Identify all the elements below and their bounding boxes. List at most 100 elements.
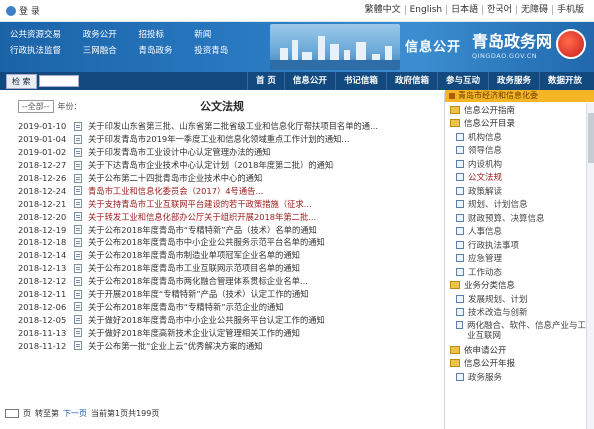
sidebar-item-label: 发展规划、计划 [468,294,528,305]
top-link[interactable]: 无障碍 [517,5,553,15]
document-row[interactable]: 2018-12-19 关于公布2018年度青岛市“专精特新”产品（技术）名单的通知 [0,223,440,236]
document-title-link[interactable]: 关于公布2018年度青岛市“专精特新”产品（技术）名单的通知 [88,224,440,236]
nav-item[interactable]: 参与互动 [436,72,488,90]
sidebar-item[interactable]: 规划、计划信息 [446,198,594,212]
document-row[interactable]: 2018-12-26 关于公布第二十四批青岛市企业技术中心的通知 [0,172,440,185]
sidebar-item[interactable]: 应急管理 [446,252,594,266]
document-title-link[interactable]: 关于印发青岛市2019年一季度工业和信息化领域重点工作计划的通知... [88,133,440,145]
banner-link[interactable]: 招投标 [139,28,185,40]
document-title-link[interactable]: 关于公布2018年度青岛市制造业单项冠军企业名单的通知 [88,249,440,261]
document-title-link[interactable]: 关于做好2018年度青岛市中小企业公共服务平台认定工作的通知 [88,314,440,326]
sidebar-item[interactable]: 技术改造与创新 [446,306,594,320]
document-title-link[interactable]: 关于公布2018年度青岛市工业互联网示范项目名单的通知 [88,262,440,274]
sidebar-item[interactable]: 业务分类信息 [446,279,594,293]
document-row[interactable]: 2018-12-20 关于转发工业和信息化部办公厅关于组织开展2018年第二批..… [0,210,440,223]
document-icon [74,160,82,170]
document-row[interactable]: 2019-01-02 关于印发青岛市工业设计中心认定管理办法的通知 [0,146,440,159]
document-row[interactable]: 2018-12-12 关于公布2018年度青岛市两化融合管理体系贯标企业名单... [0,275,440,288]
jump-label[interactable]: 转至第 [35,408,59,419]
sidebar-item[interactable]: 人事信息 [446,225,594,239]
sidebar-item[interactable]: 工作动态 [446,265,594,279]
document-title-link[interactable]: 关于做好2018年度高新技术企业认定管理相关工作的通知 [88,327,440,339]
document-title-link[interactable]: 关于公布2018年度青岛市“专精特新”示范企业的通知 [88,301,440,313]
sidebar-scrollbar[interactable] [586,103,594,429]
sidebar-item[interactable]: 政策解读 [446,184,594,198]
search-input[interactable] [38,75,79,87]
document-title-link[interactable]: 关于公布第二十四批青岛市企业技术中心的通知 [88,172,440,184]
sidebar-item-label: 工作动态 [468,267,503,278]
top-link[interactable]: 繁體中文 [361,5,406,15]
document-row[interactable]: 2019-01-10 关于印发山东省第三批、山东省第二批省级工业和信息化厅帮扶项目… [0,120,440,133]
document-title-link[interactable]: 青岛市工业和信息化委员会（2017）4号通告... [88,185,440,197]
sidebar-item[interactable]: 公文法规 [446,171,594,185]
document-title-link[interactable]: 关于支持青岛市工业互联网平台建设的若干政策措施（征求... [88,198,440,210]
document-row[interactable]: 2018-11-12 关于公布第一批“企业上云”优秀解决方案的通知 [0,339,440,352]
top-link[interactable]: 手机版 [553,5,588,15]
globe-icon [556,29,586,59]
document-row[interactable]: 2018-12-24 青岛市工业和信息化委员会（2017）4号通告... [0,184,440,197]
document-title-link[interactable]: 关于印发山东省第三批、山东省第二批省级工业和信息化厅帮扶项目名单的通... [88,120,440,132]
sidebar-item[interactable]: 政务服务 [446,370,594,384]
document-title-link[interactable]: 关于转发工业和信息化部办公厅关于组织开展2018年第二批... [88,211,440,223]
next-page-link[interactable]: 下一页 [63,408,87,419]
document-row[interactable]: 2018-12-13 关于公布2018年度青岛市工业互联网示范项目名单的通知 [0,262,440,275]
document-row[interactable]: 2018-12-27 关于下达青岛市企业技术中心认定计划（2018年度第二批）的通… [0,159,440,172]
sidebar-item[interactable]: 发展规划、计划 [446,292,594,306]
document-icon [74,199,82,209]
sidebar-item[interactable]: 领导信息 [446,144,594,158]
document-row[interactable]: 2018-12-21 关于支持青岛市工业互联网平台建设的若干政策措施（征求... [0,197,440,210]
page-icon [456,200,464,209]
document-title-link[interactable]: 关于印发青岛市工业设计中心认定管理办法的通知 [88,146,440,158]
document-title-link[interactable]: 关于公布第一批“企业上云”优秀解决方案的通知 [88,340,440,352]
nav-item[interactable]: 信息公开 [283,72,335,90]
document-icon [74,328,82,338]
nav-item[interactable]: 政务服务 [487,72,539,90]
top-link[interactable]: English [406,5,448,15]
banner-link[interactable]: 青岛政务 [139,44,185,56]
banner-link[interactable]: 新闻 [194,28,240,40]
banner-link[interactable]: 政务公开 [83,28,129,40]
document-title-link[interactable]: 关于开展2018年度“专精特新”产品（技术）认定工作的通知 [88,288,440,300]
document-row[interactable]: 2018-12-06 关于公布2018年度青岛市“专精特新”示范企业的通知 [0,300,440,313]
page-title: 公文法规 [200,100,244,113]
sidebar-item-label: 机构信息 [468,132,503,143]
nav-item[interactable]: 数据开放 [538,72,590,90]
document-row[interactable]: 2018-12-05 关于做好2018年度青岛市中小企业公共服务平台认定工作的通知 [0,313,440,326]
site-logo[interactable]: 青岛政务网 QINGDAO.GOV.CN [472,28,586,60]
sidebar-item[interactable]: 两化融合、软件、信息产业与工业互联网 [446,319,594,343]
user-icon [6,5,16,16]
banner-link[interactable]: 投资青岛 [194,44,240,56]
nav-item[interactable]: 首 页 [246,72,284,90]
sidebar-item[interactable]: 内设机构 [446,157,594,171]
document-row[interactable]: 2018-12-11 关于开展2018年度“专精特新”产品（技术）认定工作的通知 [0,288,440,301]
nav-item[interactable]: 政府信箱 [385,72,437,90]
search-box: 检 索 [6,73,79,89]
document-row[interactable]: 2018-11-13 关于做好2018年度高新技术企业认定管理相关工作的通知 [0,326,440,339]
sidebar-item[interactable]: 信息公开年报 [446,357,594,371]
document-row[interactable]: 2018-12-14 关于公布2018年度青岛市制造业单项冠军企业名单的通知 [0,249,440,262]
document-title-link[interactable]: 关于公布2018年度青岛市两化融合管理体系贯标企业名单... [88,275,440,287]
search-button[interactable]: 检 索 [6,73,37,89]
sidebar-item[interactable]: 财政预算、决算信息 [446,211,594,225]
document-row[interactable]: 2018-12-18 关于公布2018年度青岛市中小企业公共服务示范平台名单的通知 [0,236,440,249]
login-link[interactable]: 登 录 [6,4,40,17]
year-select[interactable]: --全部-- [18,100,54,113]
page-number-input[interactable] [5,409,19,418]
document-title-link[interactable]: 关于公布2018年度青岛市中小企业公共服务示范平台名单的通知 [88,236,440,248]
banner-quick-links: 公共资源交易 政务公开 招投标 新闻行政执法监督 三网融合 青岛政务 投资青岛 [10,28,240,56]
sidebar-item[interactable]: 信息公开指南 [446,103,594,117]
banner-link[interactable]: 三网融合 [83,44,129,56]
sidebar-item[interactable]: 信息公开目录 [446,117,594,131]
banner-link[interactable]: 行政执法监督 [10,44,73,56]
document-date: 2019-01-04 [18,134,67,145]
top-link[interactable]: 한국어 [483,5,517,15]
document-row[interactable]: 2019-01-04 关于印发青岛市2019年一季度工业和信息化领域重点工作计划的… [0,133,440,146]
sidebar-item[interactable]: 机构信息 [446,130,594,144]
sidebar-item[interactable]: 依申请公开 [446,343,594,357]
document-title-link[interactable]: 关于下达青岛市企业技术中心认定计划（2018年度第二批）的通知 [88,159,440,171]
site-banner: 公共资源交易 政务公开 招投标 新闻 行政执法监督 三网融合 青岛政务 投资青岛 信息公开 青… [0,22,594,72]
sidebar-item[interactable]: 行政执法事项 [446,238,594,252]
banner-link[interactable]: 公共资源交易 [10,28,73,40]
top-link[interactable]: 日本語 [447,5,484,15]
nav-item[interactable]: 书记信箱 [334,72,386,90]
